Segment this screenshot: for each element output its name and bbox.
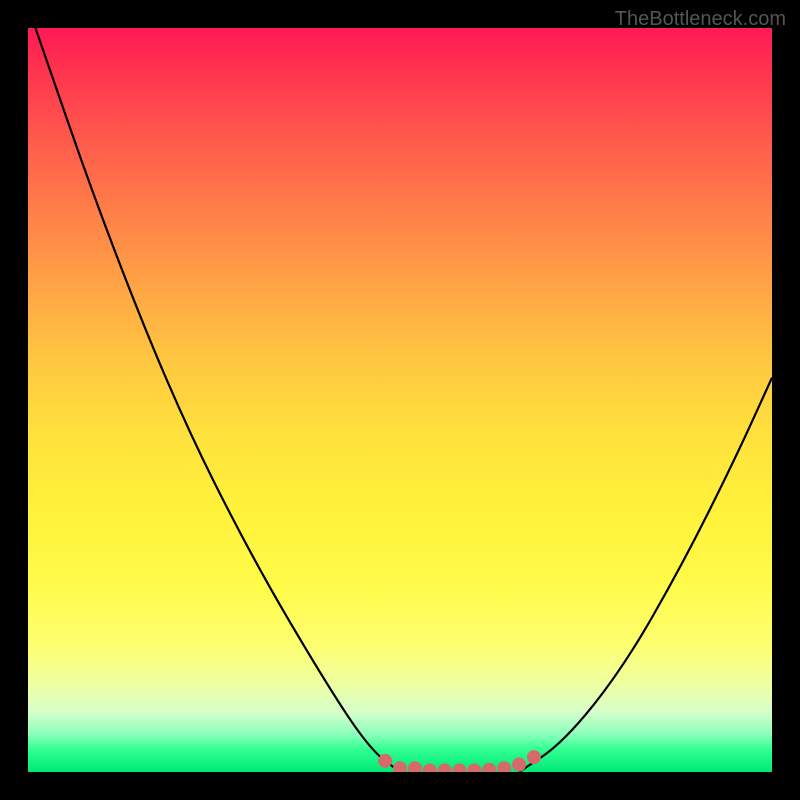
bottleneck-dot	[378, 754, 392, 768]
bottleneck-dot	[512, 758, 526, 772]
bottleneck-dot	[482, 763, 496, 772]
left-curve	[35, 28, 400, 772]
bottleneck-dot	[408, 761, 422, 772]
chart-plot-area	[28, 28, 772, 772]
bottleneck-dot	[497, 761, 511, 772]
bottleneck-dot	[453, 764, 467, 772]
right-curve	[519, 378, 772, 772]
chart-curves-svg	[28, 28, 772, 772]
watermark-text: TheBottleneck.com	[615, 8, 786, 31]
bottleneck-dot	[393, 761, 407, 772]
bottleneck-dot	[423, 764, 437, 772]
bottleneck-dot	[527, 750, 541, 764]
bottleneck-dot	[438, 764, 452, 772]
bottleneck-mask	[378, 750, 541, 772]
bottleneck-dot	[467, 764, 481, 772]
